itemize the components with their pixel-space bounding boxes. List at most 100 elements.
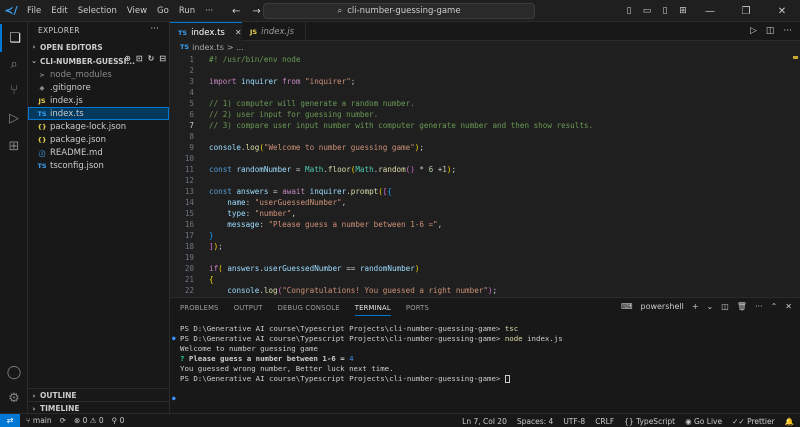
trash-icon[interactable]: 🗑 [737, 302, 747, 311]
run-debug-icon[interactable]: ▷ [0, 104, 28, 132]
code-line[interactable]: 21 { [170, 274, 800, 285]
code-line[interactable]: 7 // 3) compare user input number with co… [170, 120, 800, 131]
menu-selection[interactable]: Selection [73, 0, 122, 22]
go-live-button[interactable]: ◉ Go Live [685, 417, 722, 426]
code-line[interactable]: 1 #! /usr/bin/env node [170, 54, 800, 65]
code-text[interactable]: // 2) user input for guessing number. [209, 109, 378, 120]
run-code-icon[interactable]: ▷ [750, 26, 757, 36]
command-decoration-icon[interactable]: ● [172, 394, 176, 404]
code-text[interactable]: const answers = await inquirer.prompt([{ [209, 186, 392, 197]
open-editors-section[interactable]: › OPEN EDITORS [28, 40, 170, 54]
code-text[interactable]: name: "userGuessedNumber", [209, 197, 346, 208]
code-line[interactable]: 3 import inquirer from "inquirer"; [170, 76, 800, 87]
more-actions-icon[interactable]: ··· [755, 302, 763, 311]
breadcrumb-file[interactable]: index.ts [192, 43, 224, 52]
code-text[interactable]: const randomNumber = Math.floor(Math.ran… [209, 164, 456, 175]
code-line[interactable]: 8 [170, 131, 800, 142]
chevron-down-icon[interactable]: ⌄ [707, 302, 714, 311]
code-line[interactable]: 12 [170, 175, 800, 186]
code-text[interactable]: if( answers.userGuessedNumber == randomN… [209, 263, 419, 274]
encoding[interactable]: UTF-8 [563, 417, 585, 426]
close-panel-icon[interactable]: ✕ [785, 302, 792, 311]
tab-ports[interactable]: PORTS [406, 304, 429, 316]
project-folder-section[interactable]: ⌄ CLI-NUMBER-GUESSI... ⊕ ⊡ ↻ ⊟ [28, 54, 170, 68]
close-window-icon[interactable]: ✕ [764, 6, 800, 17]
back-arrow-icon[interactable]: ← [232, 6, 240, 17]
customize-layout-icon[interactable]: ⊞ [674, 6, 692, 16]
remote-icon[interactable]: ⇄ [0, 413, 20, 427]
source-control-icon[interactable]: ⑂ [0, 76, 28, 104]
breadcrumb-rest[interactable]: > ... [227, 43, 244, 52]
new-file-icon[interactable]: ⊕ [124, 54, 131, 63]
tab-debug-console[interactable]: DEBUG CONSOLE [278, 304, 340, 316]
notifications-bell-icon[interactable]: 🔔 [785, 417, 794, 426]
code-text[interactable]: ]); [209, 241, 223, 252]
menu-run[interactable]: Run [174, 0, 200, 22]
code-line[interactable]: 22 console.log("Congratulations! You gue… [170, 285, 800, 296]
collapse-all-icon[interactable]: ⊟ [159, 54, 166, 63]
menu-view[interactable]: View [122, 0, 152, 22]
tab-index-ts[interactable]: TS index.ts ✕ [170, 22, 242, 42]
maximize-panel-icon[interactable]: ⌃ [771, 302, 778, 311]
tree-item-tsconfig-json[interactable]: TS tsconfig.json [28, 159, 169, 172]
indentation[interactable]: Spaces: 4 [517, 417, 553, 426]
toggle-secondary-sidebar-icon[interactable]: ▯ [656, 6, 674, 16]
code-text[interactable]: console.log("Welcome to number guessing … [209, 142, 424, 153]
code-line[interactable]: 18]); [170, 241, 800, 252]
tab-output[interactable]: OUTPUT [234, 304, 263, 316]
code-line[interactable]: 16 message: "Please guess a number betwe… [170, 219, 800, 230]
tab-index-js[interactable]: JS index.js [242, 22, 306, 41]
toggle-primary-sidebar-icon[interactable]: ▯ [620, 6, 638, 16]
code-line[interactable]: 5 // 1) computer will generate a random n… [170, 98, 800, 109]
more-actions-icon[interactable]: ··· [783, 26, 792, 36]
tree-item-readme-md[interactable]: ⓘ README.md [28, 146, 169, 159]
refresh-icon[interactable]: ↻ [148, 54, 155, 63]
minimize-icon[interactable]: — [692, 6, 728, 17]
close-tab-icon[interactable]: ✕ [235, 28, 242, 37]
code-line[interactable]: 20 if( answers.userGuessedNumber == rando… [170, 263, 800, 274]
code-line[interactable]: 19 [170, 252, 800, 263]
problems-status[interactable]: ⊗ 0 ⚠ 0 [74, 416, 104, 425]
tab-problems[interactable]: PROBLEMS [180, 304, 219, 316]
code-line[interactable]: 6 // 2) user input for guessing number. [170, 109, 800, 120]
code-line[interactable]: 13 const answers = await inquirer.prompt(… [170, 186, 800, 197]
code-line[interactable]: 11 const randomNumber = Math.floor(Math.r… [170, 164, 800, 175]
code-text[interactable]: import inquirer from "inquirer"; [209, 76, 355, 87]
code-text[interactable]: } [209, 230, 214, 241]
account-icon[interactable]: ◯ [0, 358, 28, 386]
code-line[interactable]: 14 name: "userGuessedNumber", [170, 197, 800, 208]
language-mode[interactable]: {} TypeScript [624, 417, 675, 426]
prettier-status[interactable]: ✓✓ Prettier [732, 417, 775, 426]
code-line[interactable]: 15 type: "number", [170, 208, 800, 219]
split-terminal-icon[interactable]: ◫ [721, 302, 729, 311]
code-line[interactable]: 2 [170, 65, 800, 76]
explorer-more-icon[interactable]: ··· [150, 24, 159, 34]
code-line[interactable]: 4 [170, 87, 800, 98]
forward-arrow-icon[interactable]: → [252, 6, 260, 17]
code-text[interactable]: { [209, 274, 214, 285]
code-text[interactable]: message: "Please guess a number between … [209, 219, 442, 230]
code-text[interactable]: console.log("Congratulations! You guesse… [209, 285, 497, 296]
command-decoration-icon[interactable]: ● [172, 334, 176, 344]
code-text[interactable]: // 1) computer will generate a random nu… [209, 98, 415, 109]
restore-icon[interactable]: ❐ [728, 6, 764, 17]
branch-status[interactable]: ⑂ main [26, 416, 52, 425]
settings-gear-icon[interactable]: ⚙ [0, 384, 28, 412]
new-terminal-icon[interactable]: + [692, 302, 699, 311]
code-text[interactable]: #! /usr/bin/env node [209, 54, 300, 65]
toggle-panel-icon[interactable]: ▭ [638, 6, 656, 16]
menu-edit[interactable]: Edit [46, 0, 72, 22]
code-line[interactable]: 9 console.log("Welcome to number guessing… [170, 142, 800, 153]
terminal-shell-name[interactable]: powershell [640, 302, 683, 311]
code-line[interactable]: 10 [170, 153, 800, 164]
ports-status[interactable]: ⚲ 0 [112, 416, 125, 425]
search-view-icon[interactable]: ⌕ [0, 50, 28, 78]
tree-item-package-lock-json[interactable]: {} package-lock.json [28, 120, 169, 133]
tree-item-package-json[interactable]: {} package.json [28, 133, 169, 146]
sync-icon[interactable]: ⟳ [60, 416, 66, 425]
explorer-icon[interactable]: ❏ [0, 24, 28, 52]
command-center-search[interactable]: ⌕ cli-number-guessing-game [263, 3, 535, 19]
new-folder-icon[interactable]: ⊡ [136, 54, 143, 63]
tree-item-node-modules[interactable]: > node_modules [28, 68, 169, 81]
tab-terminal[interactable]: TERMINAL [354, 304, 391, 316]
